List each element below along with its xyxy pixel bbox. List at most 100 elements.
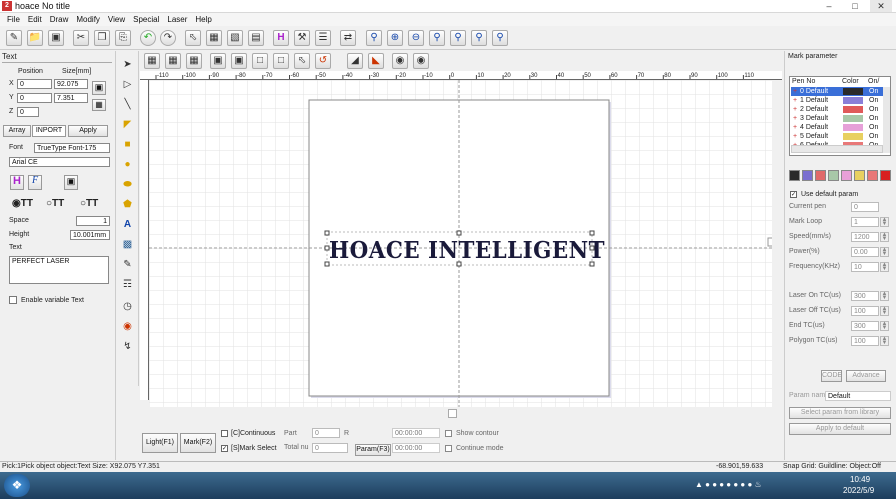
anchor-grid-icon[interactable]: ▦ xyxy=(92,99,106,111)
pen-list-vscroll[interactable] xyxy=(883,87,890,153)
circle-icon[interactable]: ● xyxy=(120,158,135,172)
pen-list-hscroll[interactable] xyxy=(791,145,883,153)
zoom-real-icon[interactable]: ⚲ xyxy=(492,30,508,46)
menu-file[interactable]: File xyxy=(4,13,25,26)
pen-color-swatch[interactable] xyxy=(843,97,863,104)
unlock-icon[interactable]: ▣ xyxy=(231,53,247,69)
pen-state[interactable]: On xyxy=(869,106,878,113)
align-left-radio-icon[interactable]: ◉TT xyxy=(12,198,33,209)
param-spinner-icon[interactable]: ▲ ▼ xyxy=(880,262,889,272)
curve-icon[interactable]: ◤ xyxy=(120,118,135,132)
menu-help[interactable]: Help xyxy=(192,13,216,26)
zoom-icon[interactable]: ⚲ xyxy=(366,30,382,46)
param-value-field[interactable]: 300 xyxy=(851,321,879,331)
pen-state[interactable]: On xyxy=(869,88,878,95)
width-field[interactable]: 92.075 xyxy=(54,79,88,89)
pen-row[interactable]: +1 Default On xyxy=(791,96,883,105)
code-button[interactable]: CODE xyxy=(821,370,842,382)
pen-color-swatch[interactable] xyxy=(843,88,863,95)
align-center-radio-icon[interactable]: ○TT xyxy=(46,198,64,209)
expand-icon[interactable]: + xyxy=(793,88,797,95)
image-icon[interactable]: ▩ xyxy=(120,238,135,252)
mirror-h-icon[interactable]: ◢ xyxy=(347,53,363,69)
param-spinner-icon[interactable]: ▲ ▼ xyxy=(880,247,889,257)
snap-object-icon[interactable]: ▦ xyxy=(186,53,202,69)
total-field[interactable]: 0 xyxy=(312,443,348,453)
hatch-icon[interactable]: H xyxy=(273,30,289,46)
param-value-field[interactable]: 1 xyxy=(851,217,879,227)
close-button[interactable]: ✕ xyxy=(870,0,892,12)
use-default-checkbox[interactable]: ✓ xyxy=(790,191,797,198)
param-value-field[interactable]: 100 xyxy=(851,306,879,316)
pen-color-swatch[interactable] xyxy=(843,124,863,131)
pen-color-swatch[interactable] xyxy=(843,133,863,140)
param-spinner-icon[interactable]: ▲ ▼ xyxy=(880,336,889,346)
pen-color-swatch[interactable] xyxy=(843,106,863,113)
zoom-selected-icon[interactable]: ⚲ xyxy=(450,30,466,46)
zoom-page-icon[interactable]: ⚲ xyxy=(471,30,487,46)
lock-ratio-icon[interactable]: ▣ xyxy=(92,81,106,95)
start-button-icon[interactable]: ❖ xyxy=(4,474,30,497)
redo-icon[interactable]: ↷ xyxy=(160,30,176,46)
copy-icon[interactable]: ❐ xyxy=(94,30,110,46)
param-button[interactable]: Param(F3) xyxy=(355,444,391,456)
pad-icon[interactable]: □ xyxy=(252,53,268,69)
expand-icon[interactable]: + xyxy=(793,97,797,104)
expand-icon[interactable]: + xyxy=(793,133,797,140)
vector-file-icon[interactable]: ✎ xyxy=(120,258,135,272)
pen-row[interactable]: +2 Default On xyxy=(791,105,883,114)
color-swatch[interactable] xyxy=(841,170,852,181)
list-icon[interactable]: ☰ xyxy=(315,30,331,46)
pen-state[interactable]: On xyxy=(869,133,878,140)
rotate-icon[interactable]: ↺ xyxy=(315,53,331,69)
preview-icon[interactable]: ◉ xyxy=(392,53,408,69)
param-value-field[interactable]: 100 xyxy=(851,336,879,346)
pen-row[interactable]: +0 Default On xyxy=(791,87,883,96)
pen-row[interactable]: +3 Default On xyxy=(791,114,883,123)
snap-grid-icon[interactable]: ▦ xyxy=(144,53,160,69)
expand-icon[interactable]: + xyxy=(793,124,797,131)
save-icon[interactable]: ▣ xyxy=(48,30,64,46)
mark-button[interactable]: Mark(F2) xyxy=(180,433,216,453)
barcode-icon[interactable]: ☶ xyxy=(120,278,135,292)
menu-special[interactable]: Special xyxy=(130,13,164,26)
continue-mode-checkbox[interactable] xyxy=(445,445,452,452)
pen-list[interactable]: Pen No Color On/ +0 Default On +1 Default O… xyxy=(789,76,891,156)
convert-icon[interactable]: ⇄ xyxy=(340,30,356,46)
align-right-radio-icon[interactable]: ○TT xyxy=(80,198,98,209)
menu-draw[interactable]: Draw xyxy=(47,13,74,26)
x-position-field[interactable]: 0 xyxy=(17,79,52,89)
apply-default-button[interactable]: Apply to default xyxy=(789,423,891,435)
param-value-field[interactable]: 0.00 xyxy=(851,247,879,257)
cut-icon[interactable]: ✂ xyxy=(73,30,89,46)
color-swatch[interactable] xyxy=(789,170,800,181)
hatch-text-icon[interactable]: H xyxy=(10,175,24,190)
param-value-field[interactable]: 300 xyxy=(851,291,879,301)
color-swatch[interactable] xyxy=(854,170,865,181)
paste-icon[interactable]: ⎘ xyxy=(115,30,131,46)
pen-state[interactable]: On xyxy=(869,124,878,131)
color-swatch[interactable] xyxy=(867,170,878,181)
menu-edit[interactable]: Edit xyxy=(25,13,47,26)
tab-array[interactable]: Array xyxy=(3,125,31,137)
expand-icon[interactable]: + xyxy=(793,115,797,122)
font-style-icon[interactable]: F xyxy=(28,175,42,190)
lock-icon[interactable]: ▣ xyxy=(210,53,226,69)
menu-view[interactable]: View xyxy=(105,13,130,26)
height-size-field[interactable]: 7.351 xyxy=(54,93,88,103)
enable-variable-checkbox[interactable] xyxy=(9,296,17,304)
font-type-select[interactable]: TrueType Font-175 xyxy=(34,143,110,153)
pen-row[interactable]: +5 Default On xyxy=(791,132,883,141)
param-value-field[interactable]: 0 xyxy=(851,202,879,212)
snap-guide-icon[interactable]: ▦ xyxy=(165,53,181,69)
new-file-icon[interactable]: ✎ xyxy=(6,30,22,46)
param-spinner-icon[interactable]: ▲ ▼ xyxy=(880,232,889,242)
line-icon[interactable]: ╲ xyxy=(120,98,135,112)
y-position-field[interactable]: 0 xyxy=(17,93,52,103)
select-library-button[interactable]: Select param from library xyxy=(789,407,891,419)
polygon-icon[interactable]: ⬟ xyxy=(120,198,135,212)
select-arrow-icon[interactable]: ➤ xyxy=(120,58,135,72)
ellipse-icon[interactable]: ⬬ xyxy=(120,178,135,192)
input-port-icon[interactable]: ◉ xyxy=(120,320,135,334)
continuous-checkbox[interactable] xyxy=(221,430,228,437)
